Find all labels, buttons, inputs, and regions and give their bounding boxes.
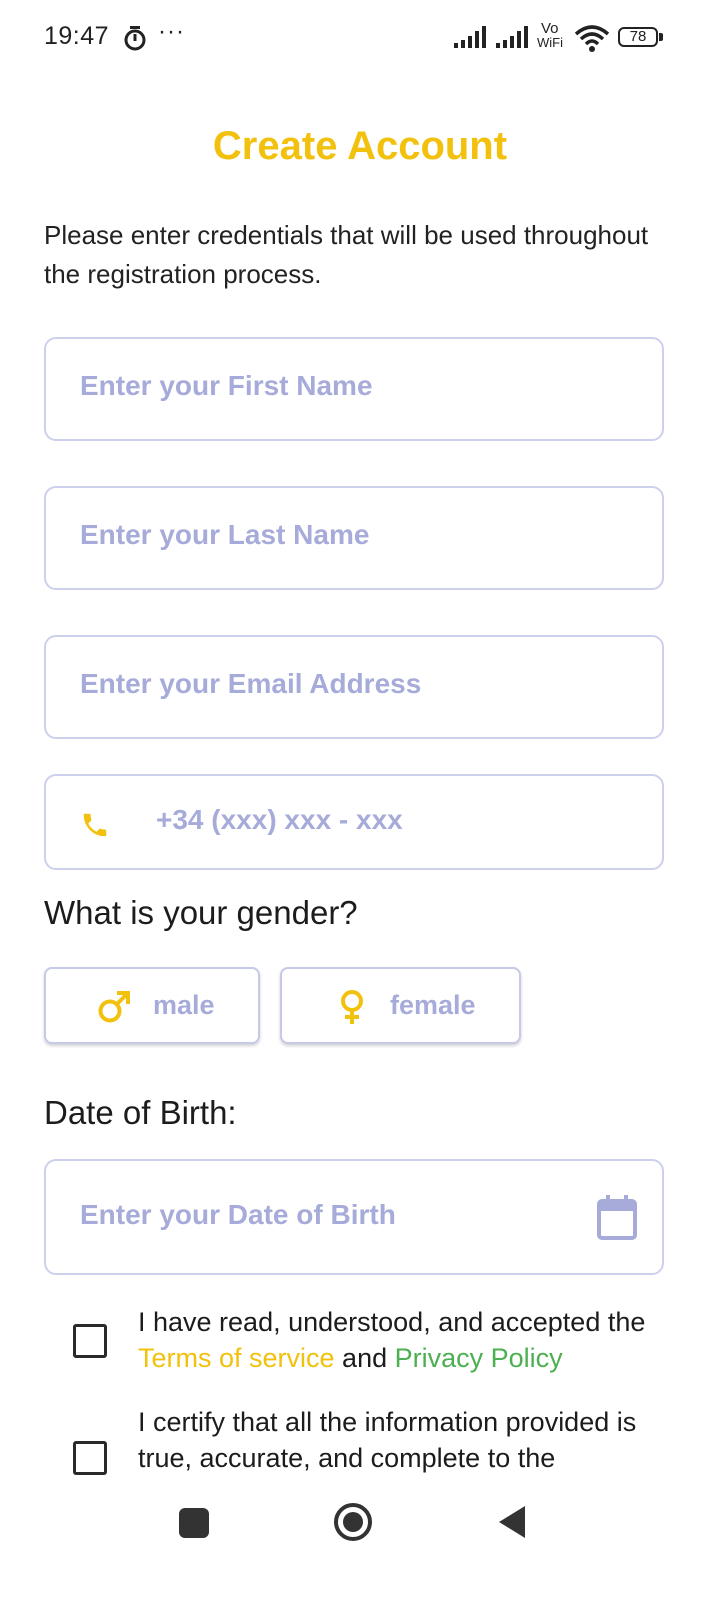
signal-icon-2 xyxy=(496,26,528,48)
battery-level: 78 xyxy=(629,28,647,45)
timer-app-icon xyxy=(124,26,146,51)
last-name-placeholder: Enter your Last Name xyxy=(80,519,370,550)
first-name-placeholder: Enter your First Name xyxy=(80,370,373,401)
email-placeholder: Enter your Email Address xyxy=(80,668,422,699)
status-time: 19:47 xyxy=(44,22,110,50)
recents-button[interactable] xyxy=(179,1508,209,1538)
phone-placeholder: +34 (xxx) xxx - xxx xyxy=(156,804,403,835)
page-subtitle: Please enter credentials that will be us… xyxy=(44,220,649,289)
wifi-icon xyxy=(574,25,610,52)
terms-of-service-link[interactable]: Terms of service xyxy=(138,1343,335,1373)
phone-icon xyxy=(83,813,107,837)
create-account-screen: 19:47 ··· Vo WiFi 78 Create Account Plea… xyxy=(0,0,720,1600)
certify-checkbox[interactable] xyxy=(73,1441,107,1475)
system-nav-bar xyxy=(0,1478,720,1600)
privacy-policy-link[interactable]: Privacy Policy xyxy=(395,1343,563,1373)
first-name-input[interactable]: Enter your First Name xyxy=(44,337,664,441)
male-button[interactable]: male xyxy=(44,967,260,1044)
battery-icon: 78 xyxy=(618,27,658,47)
signal-icon xyxy=(454,26,486,48)
dob-label: Date of Birth: xyxy=(44,1094,237,1131)
male-icon xyxy=(98,991,130,1023)
phone-input[interactable]: +34 (xxx) xxx - xxx xyxy=(44,774,664,870)
terms-checkbox[interactable] xyxy=(73,1324,107,1358)
female-icon xyxy=(341,990,363,1024)
vowifi-icon: Vo WiFi xyxy=(537,20,563,50)
more-notifications-icon: ··· xyxy=(158,18,185,45)
back-button[interactable] xyxy=(497,1504,527,1540)
page-title: Create Account xyxy=(212,124,508,168)
email-input[interactable]: Enter your Email Address xyxy=(44,635,664,739)
dob-input[interactable]: Enter your Date of Birth xyxy=(44,1159,664,1275)
home-button[interactable] xyxy=(333,1502,373,1542)
certify-consent-text: I certify that all the information provi… xyxy=(138,1407,637,1473)
status-bar: 19:47 ··· Vo WiFi 78 xyxy=(0,0,720,80)
gender-question: What is your gender? xyxy=(44,894,358,931)
last-name-input[interactable]: Enter your Last Name xyxy=(44,486,664,590)
female-button[interactable]: female xyxy=(280,967,521,1044)
dob-placeholder: Enter your Date of Birth xyxy=(80,1199,396,1230)
terms-consent-text: I have read, understood, and accepted th… xyxy=(138,1307,646,1373)
battery-tip xyxy=(659,33,663,41)
calendar-icon[interactable] xyxy=(596,1195,638,1241)
male-label: male xyxy=(153,990,215,1020)
female-label: female xyxy=(390,990,476,1020)
